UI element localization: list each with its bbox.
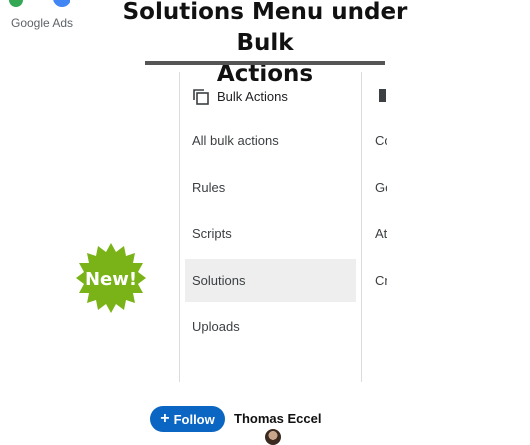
right-panel-item[interactable]: Cr — [375, 273, 387, 288]
panel-right-divider — [361, 72, 362, 382]
right-panel-icon — [379, 89, 386, 102]
google-ads-logo-icon — [9, 0, 70, 7]
menu-item-solutions[interactable]: Solutions — [185, 259, 356, 302]
bulk-actions-header: Bulk Actions — [217, 89, 288, 104]
follow-label: Follow — [173, 411, 215, 427]
new-badge: New! — [76, 243, 146, 313]
avatar[interactable] — [265, 429, 281, 445]
page-title: Solutions Menu under Bulk Actions — [95, 0, 435, 90]
menu-item-all-bulk-actions[interactable]: All bulk actions — [192, 133, 279, 148]
copy-stack-icon — [193, 89, 209, 105]
google-ads-logo-text: Google Ads — [11, 16, 74, 30]
title-divider — [145, 61, 385, 65]
right-panel-item[interactable]: Co — [375, 133, 387, 148]
follow-button[interactable]: + Follow — [150, 406, 225, 432]
menu-item-uploads[interactable]: Uploads — [192, 319, 240, 334]
right-panel-item[interactable]: At — [375, 226, 387, 241]
right-panel-item[interactable]: Go — [375, 180, 387, 195]
menu-item-solutions-label: Solutions — [192, 273, 246, 288]
author-name[interactable]: Thomas Eccel — [234, 411, 321, 426]
plus-icon: + — [160, 410, 170, 427]
new-badge-text: New! — [85, 269, 137, 290]
panel-left-divider — [179, 72, 180, 382]
page-title-line1: Solutions Menu under Bulk — [122, 0, 408, 56]
menu-item-scripts[interactable]: Scripts — [192, 226, 232, 241]
menu-item-rules[interactable]: Rules — [192, 180, 225, 195]
